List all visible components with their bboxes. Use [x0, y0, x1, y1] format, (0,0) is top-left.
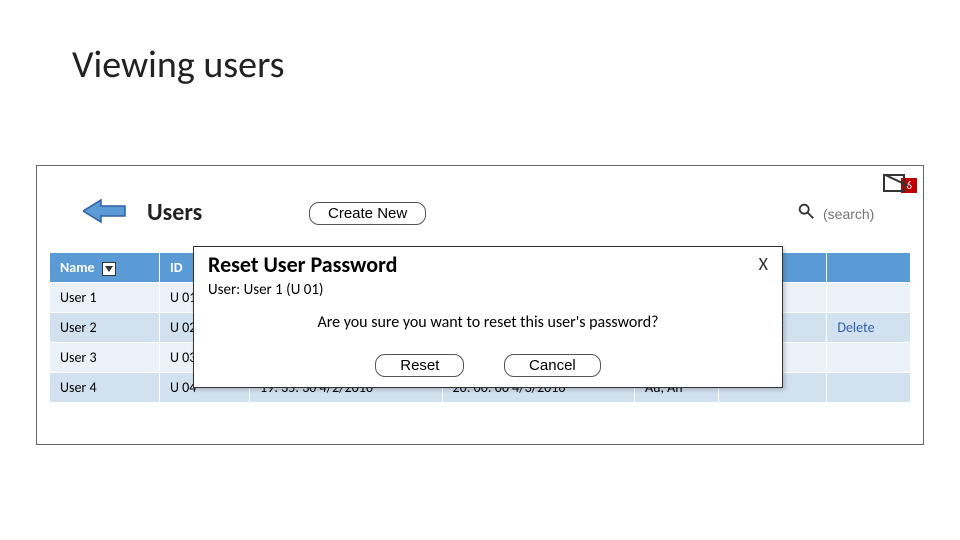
back-arrow-icon[interactable] — [83, 198, 127, 224]
col-name[interactable]: Name — [50, 253, 160, 283]
col-blank-5 — [827, 253, 911, 283]
search-box[interactable] — [797, 202, 911, 225]
panel-header: Users Create New — [37, 200, 923, 234]
reset-button[interactable]: Reset — [375, 354, 464, 377]
page-title: Viewing users — [72, 42, 285, 88]
cell-name: User 1 — [50, 283, 160, 313]
modal-message: Are you sure you want to reset this user… — [194, 313, 782, 332]
cell-name: User 2 — [50, 313, 160, 343]
reset-password-modal: Reset User Password X User: User 1 (U 01… — [193, 246, 783, 388]
cell-name: User 3 — [50, 343, 160, 373]
close-icon[interactable]: X — [759, 253, 768, 275]
modal-buttons: Reset Cancel — [194, 354, 782, 377]
modal-title: Reset User Password — [208, 251, 397, 278]
cancel-button[interactable]: Cancel — [504, 354, 601, 377]
col-name-label: Name — [60, 259, 95, 276]
main-panel: 6 Users Create New Name ID — [36, 165, 924, 445]
cell-name: User 4 — [50, 373, 160, 403]
panel-title: Users — [147, 198, 202, 227]
sort-icon[interactable] — [102, 262, 116, 276]
search-input[interactable] — [821, 205, 911, 223]
modal-subtitle: User: User 1 (U 01) — [208, 281, 323, 299]
delete-link[interactable]: Delete — [827, 313, 911, 343]
notification-area[interactable]: 6 — [883, 172, 917, 193]
mail-icon — [883, 174, 905, 192]
create-new-button[interactable]: Create New — [309, 202, 426, 225]
search-icon — [797, 202, 815, 225]
